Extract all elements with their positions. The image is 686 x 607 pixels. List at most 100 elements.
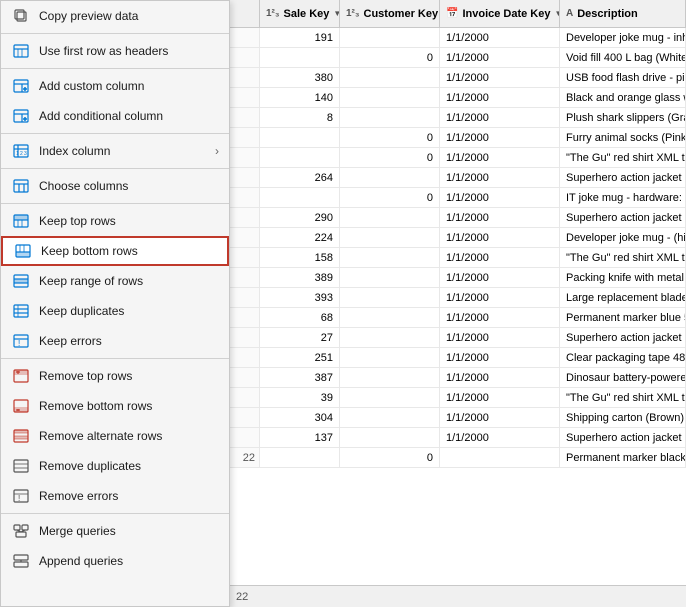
table-row: 3931/1/2000Large replacement blades 18mm [230, 288, 686, 308]
table-row: 220Permanent marker black 5mm nib (Bl [230, 448, 686, 468]
table-row: 2241/1/2000Developer joke mug - (hip, hi… [230, 228, 686, 248]
cell-sale-key: 264 [260, 168, 340, 187]
menu-item-remove-errors[interactable]: !Remove errors [1, 481, 229, 511]
cell-customer-key [340, 208, 440, 227]
cell-description: Plush shark slippers (Gray) S [560, 108, 686, 127]
row-count: 22 [236, 591, 248, 603]
cell-invoice-date [440, 448, 560, 467]
svg-text:!: ! [18, 494, 20, 503]
menu-item-remove-bottom-rows[interactable]: Remove bottom rows [1, 391, 229, 421]
table-row: 3801/1/2000USB food flash drive - pizza … [230, 68, 686, 88]
cell-invoice-date: 1/1/2000 [440, 48, 560, 67]
cell-sale-key [260, 128, 340, 147]
menu-item-first-row-headers[interactable]: Use first row as headers [1, 36, 229, 66]
cell-sale-key: 380 [260, 68, 340, 87]
table-row: 681/1/2000Permanent marker blue 5mm nib … [230, 308, 686, 328]
remove-bottom-icon [11, 396, 31, 416]
cell-invoice-date: 1/1/2000 [440, 348, 560, 367]
cell-invoice-date: 1/1/2000 [440, 108, 560, 127]
menu-item-choose-columns[interactable]: Choose columns [1, 171, 229, 201]
cell-invoice-date: 1/1/2000 [440, 368, 560, 387]
table-row: 01/1/2000IT joke mug - hardware: part of… [230, 188, 686, 208]
cell-sale-key: 140 [260, 88, 340, 107]
cell-invoice-date: 1/1/2000 [440, 188, 560, 207]
menu-item-keep-bottom-rows[interactable]: Keep bottom rows [1, 236, 229, 266]
cell-description: Superhero action jacket (Blue) S [560, 168, 686, 187]
remove-err-icon: ! [11, 486, 31, 506]
cell-sale-key: 8 [260, 108, 340, 127]
menu-item-append-queries[interactable]: Append queries [1, 546, 229, 576]
table-row: 01/1/2000Void fill 400 L bag (White) 400… [230, 48, 686, 68]
menu-item-keep-top-rows[interactable]: Keep top rows [1, 206, 229, 236]
table-row: 8 1/1/2000Plush shark slippers (Gray) S [230, 108, 686, 128]
row-number [230, 368, 260, 387]
row-number [230, 308, 260, 327]
cell-sale-key [260, 448, 340, 467]
menu-item-merge-queries[interactable]: Merge queries [1, 516, 229, 546]
add-col-icon [11, 106, 31, 126]
context-menu: Copy preview data Use first row as header… [0, 0, 230, 607]
cell-description: Shipping carton (Brown) 229x229x22 [560, 408, 686, 427]
menu-item-label-keep-bottom-rows: Keep bottom rows [41, 244, 138, 258]
menu-item-remove-duplicates[interactable]: Remove duplicates [1, 451, 229, 481]
cell-sale-key [260, 48, 340, 67]
cell-sale-key: 393 [260, 288, 340, 307]
table-row: 1911/1/2000Developer joke mug - inherita… [230, 28, 686, 48]
append-icon [11, 551, 31, 571]
cell-invoice-date: 1/1/2000 [440, 408, 560, 427]
keep-top-icon [11, 211, 31, 231]
cell-description: Large replacement blades 18mm [560, 288, 686, 307]
row-number [230, 288, 260, 307]
menu-item-keep-range-rows[interactable]: Keep range of rows [1, 266, 229, 296]
menu-separator [1, 203, 229, 204]
sale-key-dropdown-icon[interactable]: ▼ [333, 9, 340, 18]
remove-dup-icon [11, 456, 31, 476]
row-number [230, 48, 260, 67]
row-number [230, 248, 260, 267]
row-number [230, 68, 260, 87]
cell-customer-key [340, 88, 440, 107]
sale-key-type-icon: 1²₃ [266, 8, 280, 19]
cell-customer-key: 0 [340, 48, 440, 67]
copy-icon [11, 6, 31, 26]
menu-item-remove-top-rows[interactable]: Remove top rows [1, 361, 229, 391]
row-number [230, 408, 260, 427]
cell-description: Clear packaging tape 48mmx75m [560, 348, 686, 367]
menu-item-copy-preview[interactable]: Copy preview data [1, 1, 229, 31]
table-body: 1911/1/2000Developer joke mug - inherita… [230, 28, 686, 585]
table-row: 391/1/2000"The Gu" red shirt XML tag t-s… [230, 388, 686, 408]
menu-item-label-remove-bottom-rows: Remove bottom rows [39, 399, 152, 413]
menu-separator [1, 513, 229, 514]
cell-invoice-date: 1/1/2000 [440, 428, 560, 447]
col-header-customer-key[interactable]: 1²₃ Customer Key ▼ [340, 0, 440, 27]
row-number [230, 108, 260, 127]
menu-item-keep-errors[interactable]: !Keep errors [1, 326, 229, 356]
menu-item-index-column[interactable]: 123Index column› [1, 136, 229, 166]
menu-separator [1, 33, 229, 34]
cell-customer-key [340, 368, 440, 387]
menu-item-keep-duplicates[interactable]: Keep duplicates [1, 296, 229, 326]
remove-top-icon [11, 366, 31, 386]
keep-dup-icon [11, 301, 31, 321]
cell-description: Developer joke mug - inheritance is t [560, 28, 686, 47]
menu-item-add-custom-col[interactable]: Add custom column [1, 71, 229, 101]
table-row: 2901/1/2000Superhero action jacket (Blue… [230, 208, 686, 228]
cell-description: Void fill 400 L bag (White) 400L [560, 48, 686, 67]
menu-item-label-remove-top-rows: Remove top rows [39, 369, 132, 383]
remove-alt-icon [11, 426, 31, 446]
menu-item-remove-alternate-rows[interactable]: Remove alternate rows [1, 421, 229, 451]
col-header-invoice-date[interactable]: 📅 Invoice Date Key ▼ [440, 0, 560, 27]
table-row: 3871/1/2000Dinosaur battery-powered slip… [230, 368, 686, 388]
cell-invoice-date: 1/1/2000 [440, 228, 560, 247]
cell-customer-key [340, 388, 440, 407]
cell-sale-key: 304 [260, 408, 340, 427]
col-header-description[interactable]: A Description [560, 0, 686, 27]
col-header-sale-key[interactable]: 1²₃ Sale Key ▼ [260, 0, 340, 27]
row-number [230, 348, 260, 367]
cell-customer-key: 0 [340, 448, 440, 467]
table-row: 1401/1/2000Black and orange glass with c… [230, 88, 686, 108]
cell-customer-key [340, 28, 440, 47]
row-number [230, 128, 260, 147]
menu-item-add-conditional-col[interactable]: Add conditional column [1, 101, 229, 131]
cell-customer-key [340, 268, 440, 287]
